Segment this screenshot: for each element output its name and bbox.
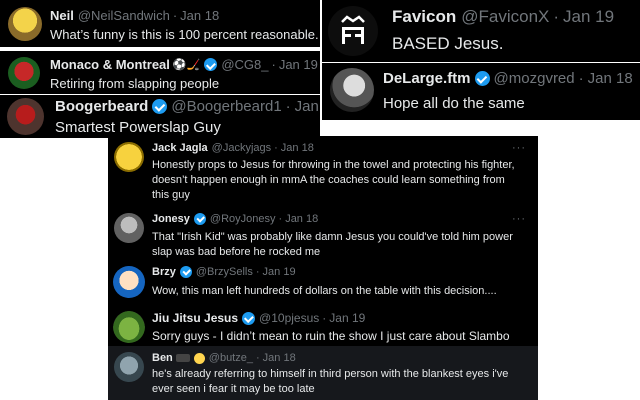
separator: · xyxy=(278,213,283,225)
tweet-header: Brzy @BrzySells · Jan 19 xyxy=(152,266,296,278)
reply-text-line: doesn’t happen enough in mmA the coaches… xyxy=(152,174,505,186)
tweet-header: Monaco & Montreal ⚽🏒 @CG8_ · Jan 19 xyxy=(50,57,318,72)
timestamp[interactable]: Jan 18 xyxy=(285,213,318,225)
tweet-text: Retiring from slapping people xyxy=(50,76,220,91)
flair-badge-icon xyxy=(175,354,190,362)
author-name[interactable]: Boogerbeard xyxy=(55,98,148,115)
reply-thread: Jack Jagla @Jackyjags · Jan 18 ··· Hones… xyxy=(108,136,538,400)
avatar[interactable] xyxy=(113,266,145,298)
tweet-header: Ben @butze_ · Jan 18 xyxy=(152,352,296,364)
avatar[interactable] xyxy=(7,98,44,135)
author-name[interactable]: Jack Jagla xyxy=(152,142,208,154)
author-name[interactable]: Monaco & Montreal xyxy=(50,57,170,72)
author-handle[interactable]: @Boogerbeard1 xyxy=(171,98,281,115)
timestamp[interactable]: Jan 18 xyxy=(281,142,314,154)
separator: · xyxy=(553,7,560,26)
reply-text-line: Honestly props to Jesus for throwing in … xyxy=(152,159,515,171)
separator: · xyxy=(255,266,260,278)
reply-text-line: he's already referring to himself in thi… xyxy=(152,368,509,380)
avatar[interactable] xyxy=(114,213,144,243)
author-handle[interactable]: @mozgvred xyxy=(494,70,575,87)
timestamp[interactable]: Jan 19 xyxy=(563,7,614,27)
tweet-text: Hope all do the same xyxy=(383,95,525,112)
separator: · xyxy=(285,98,291,115)
favicon-logo-icon xyxy=(341,15,365,44)
reply-text-line: slap was bad before he rocked me xyxy=(152,246,321,258)
author-name[interactable]: Brzy xyxy=(152,266,176,278)
separator: · xyxy=(578,70,584,87)
timestamp[interactable]: Jan 19 xyxy=(263,266,296,278)
timestamp[interactable]: Jan 18 xyxy=(180,8,219,23)
timestamp[interactable]: Jan 18 xyxy=(588,70,633,87)
tweet-header: DeLarge.ftm @mozgvred · Jan 18 xyxy=(383,70,633,87)
verified-badge-icon xyxy=(179,266,192,278)
tweet-text: What’s funny is this is 100 percent reas… xyxy=(50,27,319,42)
reply-text-line: ever seen i fear it may be too late xyxy=(152,383,315,395)
tweet-text: Smartest Powerslap Guy xyxy=(55,119,221,136)
timestamp[interactable]: Jan 19 xyxy=(329,311,365,325)
reply-text-line: That "Irish Kid" was probably like damn … xyxy=(152,231,513,243)
avatar[interactable] xyxy=(328,6,378,56)
reply-item: Ben @butze_ · Jan 18 he's already referr… xyxy=(108,346,538,400)
author-handle[interactable]: @Jackyjags xyxy=(212,142,271,154)
tweet-header: Jack Jagla @Jackyjags · Jan 18 xyxy=(152,142,314,154)
reply-text-line: Sorry guys - I didn’t mean to ruin the s… xyxy=(152,329,510,343)
reply-text-line: Wow, this man left hundreds of dollars o… xyxy=(152,285,497,297)
tweet-card-monaco: Monaco & Montreal ⚽🏒 @CG8_ · Jan 19 Reti… xyxy=(0,51,320,94)
verified-badge-icon xyxy=(474,71,490,86)
author-name[interactable]: DeLarge.ftm xyxy=(383,70,471,87)
author-handle[interactable]: @10pjesus xyxy=(259,311,319,325)
tweet-card-favicon: Favicon @FaviconX · Jan 19 BASED Jesus. xyxy=(322,0,640,62)
tweet-card-delarge: DeLarge.ftm @mozgvred · Jan 18 Hope all … xyxy=(322,63,640,120)
tweet-card-boogerbeard: Boogerbeard @Boogerbeard1 · Jan 18 Smart… xyxy=(0,95,320,138)
tweet-header: Neil @NeilSandwich · Jan 18 xyxy=(50,8,219,23)
timestamp[interactable]: Jan 18 xyxy=(263,352,296,364)
more-options-button[interactable]: ··· xyxy=(512,142,526,154)
author-name[interactable]: Jiu Jitsu Jesus xyxy=(152,311,238,325)
tweet-header: Jiu Jitsu Jesus @10pjesus · Jan 19 xyxy=(152,311,365,325)
verified-badge-icon xyxy=(204,58,218,71)
separator: · xyxy=(172,8,178,23)
author-handle[interactable]: @RoyJonesy xyxy=(210,213,276,225)
timestamp[interactable]: Jan 19 xyxy=(279,57,318,72)
avatar[interactable] xyxy=(113,311,145,343)
tweet-header: Jonesy @RoyJonesy · Jan 18 xyxy=(152,213,318,225)
separator: · xyxy=(274,142,278,154)
avatar[interactable] xyxy=(114,352,144,382)
timestamp[interactable]: Jan 18 xyxy=(295,98,320,115)
separator: · xyxy=(322,311,327,325)
avatar[interactable] xyxy=(8,57,40,89)
more-options-button[interactable]: ··· xyxy=(512,213,526,225)
avatar[interactable] xyxy=(330,68,374,112)
tweet-header: Favicon @FaviconX · Jan 19 xyxy=(392,7,614,27)
verified-badge-icon xyxy=(152,99,168,114)
author-handle[interactable]: @BrzySells xyxy=(196,266,253,278)
author-handle[interactable]: @FaviconX xyxy=(461,7,549,27)
author-handle[interactable]: @butze_ xyxy=(209,352,253,364)
separator: · xyxy=(255,352,260,364)
author-name[interactable]: Jonesy xyxy=(152,213,190,225)
tweet-card-neil: Neil @NeilSandwich · Jan 18 What’s funny… xyxy=(0,0,320,47)
tweet-text: BASED Jesus. xyxy=(392,34,504,53)
author-handle[interactable]: @CG8_ xyxy=(221,57,268,72)
verified-badge-icon xyxy=(242,311,256,325)
verified-badge-icon xyxy=(193,213,206,225)
avatar[interactable] xyxy=(8,7,42,41)
avatar[interactable] xyxy=(114,142,144,172)
circle-emoji-icon xyxy=(193,352,205,364)
separator: · xyxy=(271,57,276,72)
author-name[interactable]: Ben xyxy=(152,352,173,364)
name-emoji: ⚽🏒 xyxy=(172,59,201,71)
author-handle[interactable]: @NeilSandwich xyxy=(78,8,170,23)
reply-text-line: this guy xyxy=(152,189,190,201)
tweet-header: Boogerbeard @Boogerbeard1 · Jan 18 xyxy=(55,98,320,115)
author-name[interactable]: Neil xyxy=(50,8,74,23)
author-name[interactable]: Favicon xyxy=(392,7,456,27)
